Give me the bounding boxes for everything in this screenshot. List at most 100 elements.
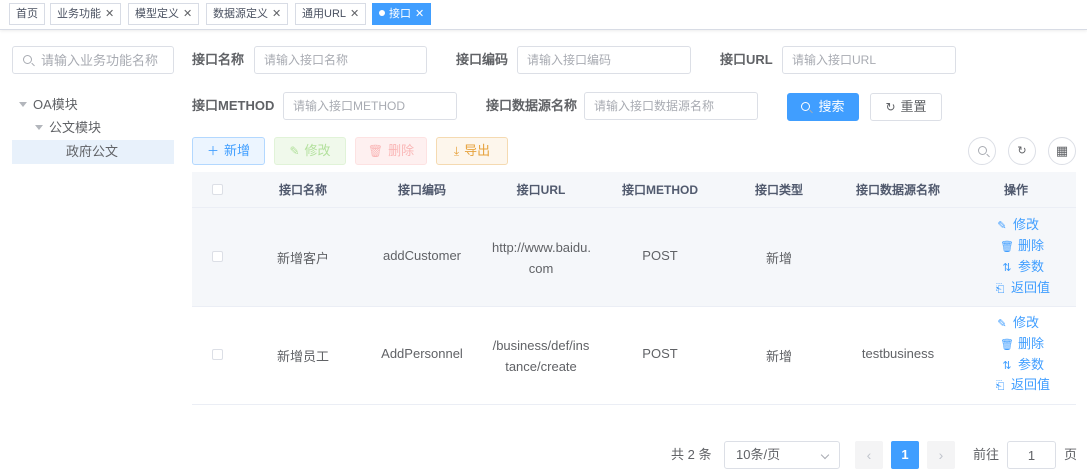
tab-common-url[interactable]: 通用URL ✕ [295,3,367,25]
search-button-label: 搜索 [818,99,845,114]
column-header: 接口编码 [397,183,446,197]
active-dot-icon [379,10,385,17]
cell-code: addCustomer [382,248,462,263]
tab-model-definition[interactable]: 模型定义 ✕ [128,3,200,25]
tab-label: 模型定义 [135,8,179,20]
tree-node-gov-document[interactable]: 政府公文 [66,140,118,164]
tab-label: 业务功能 [57,8,101,20]
interface-datasource-input[interactable] [584,92,758,120]
delete-button[interactable]: 🗑 删除 [355,137,427,165]
page-suffix: 页 [1064,447,1078,462]
refresh-icon: ↻ [885,100,896,114]
refresh-icon: ↻ [1017,145,1027,157]
page-number-current[interactable]: 1 [891,441,919,469]
tab-label: 首页 [16,8,38,20]
tree-node-document[interactable]: 公文模块 [35,116,101,140]
page-size-select[interactable]: 10条/页 [724,441,840,469]
tab-label: 通用URL [302,8,347,20]
delete-action[interactable]: 🗑 删除 [1000,235,1044,256]
interface-name-input[interactable] [254,46,427,74]
add-button-label: 新增 [224,143,251,158]
edit-button-label: 修改 [304,143,331,158]
tree-node-label: 政府公文 [66,144,119,159]
interface-method-input[interactable] [283,92,457,120]
return-value-action[interactable]: ⎗ 返回值 [993,277,1050,298]
pagination-total: 共 2 条 [671,447,712,462]
edit-button[interactable]: ✎ 修改 [274,137,346,165]
interface-url-label: 接口URL [720,52,773,67]
params-action[interactable]: ⇅ 参数 [1000,354,1044,375]
trash-icon: 🗑 [1000,339,1014,351]
cell-url: http://www.baidu. com [492,237,591,279]
tree-node-label: 公文模块 [49,120,102,135]
search-icon [23,55,32,64]
params-action-label: 参数 [1018,259,1045,274]
search-button[interactable]: 搜索 [787,93,859,121]
tab-home[interactable]: 首页 [9,3,45,25]
cell-url-line: tance/create [505,359,577,374]
select-all-checkbox[interactable] [212,184,223,195]
cell-method: POST [642,346,678,361]
close-icon[interactable]: ✕ [350,8,359,20]
download-icon: ⤓ [453,144,460,158]
export-button[interactable]: ⤓ 导出 [436,137,508,165]
reset-button[interactable]: ↻ 重置 [870,93,942,121]
edit-icon: ✎ [997,318,1007,330]
delete-action[interactable]: 🗑 删除 [1000,333,1044,354]
cell-name: 新增客户 [276,251,329,266]
reset-button-label: 重置 [900,99,927,114]
export-button-label: 导出 [464,143,491,158]
cell-name: 新增员工 [276,349,329,364]
column-settings-button[interactable]: ▦ [1048,137,1076,165]
tab-datasource-definition[interactable]: 数据源定义 ✕ [206,3,289,25]
table-row[interactable]: 新增客户 addCustomer http://www.baidu. com PO… [192,208,1076,307]
interface-code-label: 接口编码 [456,52,509,67]
refresh-table-button[interactable]: ↻ [1008,137,1036,165]
params-action-label: 参数 [1018,357,1045,372]
tree-search-box [12,46,174,74]
tab-label: 接口 [389,8,411,20]
tab-label: 数据源定义 [213,8,268,20]
delete-action-label: 删除 [1018,238,1045,253]
cell-code: AddPersonnel [381,346,463,361]
next-page-button[interactable]: › [927,441,955,469]
edit-action[interactable]: ✎ 修改 [995,312,1039,333]
interface-datasource-label: 接口数据源名称 [486,98,578,113]
cell-url-line: http://www.baidu. [492,240,591,255]
column-header: 接口类型 [754,183,803,197]
params-action[interactable]: ⇅ 参数 [1000,256,1044,277]
interface-code-input[interactable] [517,46,691,74]
tab-interface[interactable]: 接口 ✕ [372,3,432,25]
cell-url-line: /business/def/ins [492,338,590,353]
close-icon[interactable]: ✕ [105,8,114,20]
cell-url-line: com [528,261,554,276]
row-checkbox[interactable] [212,251,223,262]
interface-name-label: 接口名称 [192,52,245,67]
trash-icon: 🗑 [1000,241,1014,253]
caret-down-icon[interactable] [35,125,43,131]
tab-business-functions[interactable]: 业务功能 ✕ [50,3,122,25]
edit-icon: ✎ [997,220,1007,232]
add-button[interactable]: ＋ 新增 [192,137,265,165]
sort-icon: ⇅ [1002,262,1012,274]
goto-page-input[interactable] [1007,441,1056,469]
tree-node-oa[interactable]: OA模块 [19,93,78,117]
return-value-action-label: 返回值 [1011,280,1051,295]
table-row[interactable]: 新增员工 AddPersonnel /business/def/ins tance… [192,307,1076,405]
cell-type: 新增 [765,349,792,364]
caret-down-icon[interactable] [19,102,27,108]
grid-icon: ▦ [1055,143,1069,158]
prev-page-button[interactable]: ‹ [855,441,883,469]
close-icon[interactable]: ✕ [415,8,424,20]
return-value-action[interactable]: ⎗ 返回值 [993,374,1050,395]
edit-action[interactable]: ✎ 修改 [995,214,1039,235]
row-checkbox[interactable] [212,349,223,360]
interface-url-input[interactable] [782,46,956,74]
close-icon[interactable]: ✕ [183,8,192,20]
close-icon[interactable]: ✕ [272,8,281,20]
tree-search-input[interactable] [41,47,171,73]
column-header: 操作 [1003,183,1028,197]
column-header: 接口数据源名称 [855,183,940,197]
cell-url: /business/def/ins tance/create [492,335,590,377]
toggle-search-button[interactable] [968,137,996,165]
